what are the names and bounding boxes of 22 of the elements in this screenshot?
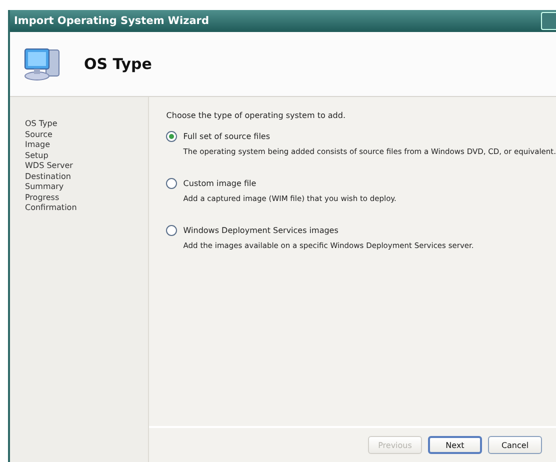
wizard-step: Source <box>25 130 148 140</box>
option-label[interactable]: Windows Deployment Services images <box>183 226 338 235</box>
wizard-step: Setup <box>25 150 148 161</box>
wizard-step: Confirmation <box>25 203 148 214</box>
close-button[interactable] <box>541 12 556 30</box>
wizard-step: Progress <box>25 192 148 203</box>
radio-button[interactable] <box>166 178 178 189</box>
computer-icon <box>22 46 62 82</box>
radio-button[interactable] <box>166 131 178 142</box>
instruction-text: Choose the type of operating system to add. <box>166 111 346 120</box>
wizard-step: OS Type <box>25 119 148 130</box>
window-title: Import Operating System Wizard <box>14 15 209 27</box>
option-label[interactable]: Full set of source files <box>183 132 270 141</box>
wizard-step: Destination <box>25 172 148 182</box>
wizard-step: WDS Server <box>25 161 148 172</box>
wizard-step: Image <box>25 140 148 150</box>
wizard-button[interactable]: Cancel <box>488 436 542 454</box>
radio-button[interactable] <box>166 225 178 236</box>
page-heading: OS Type <box>84 55 152 73</box>
wizard-step: Summary <box>25 182 148 192</box>
wizard-button[interactable]: Next <box>428 436 482 454</box>
option-label[interactable]: Custom image file <box>183 179 256 188</box>
